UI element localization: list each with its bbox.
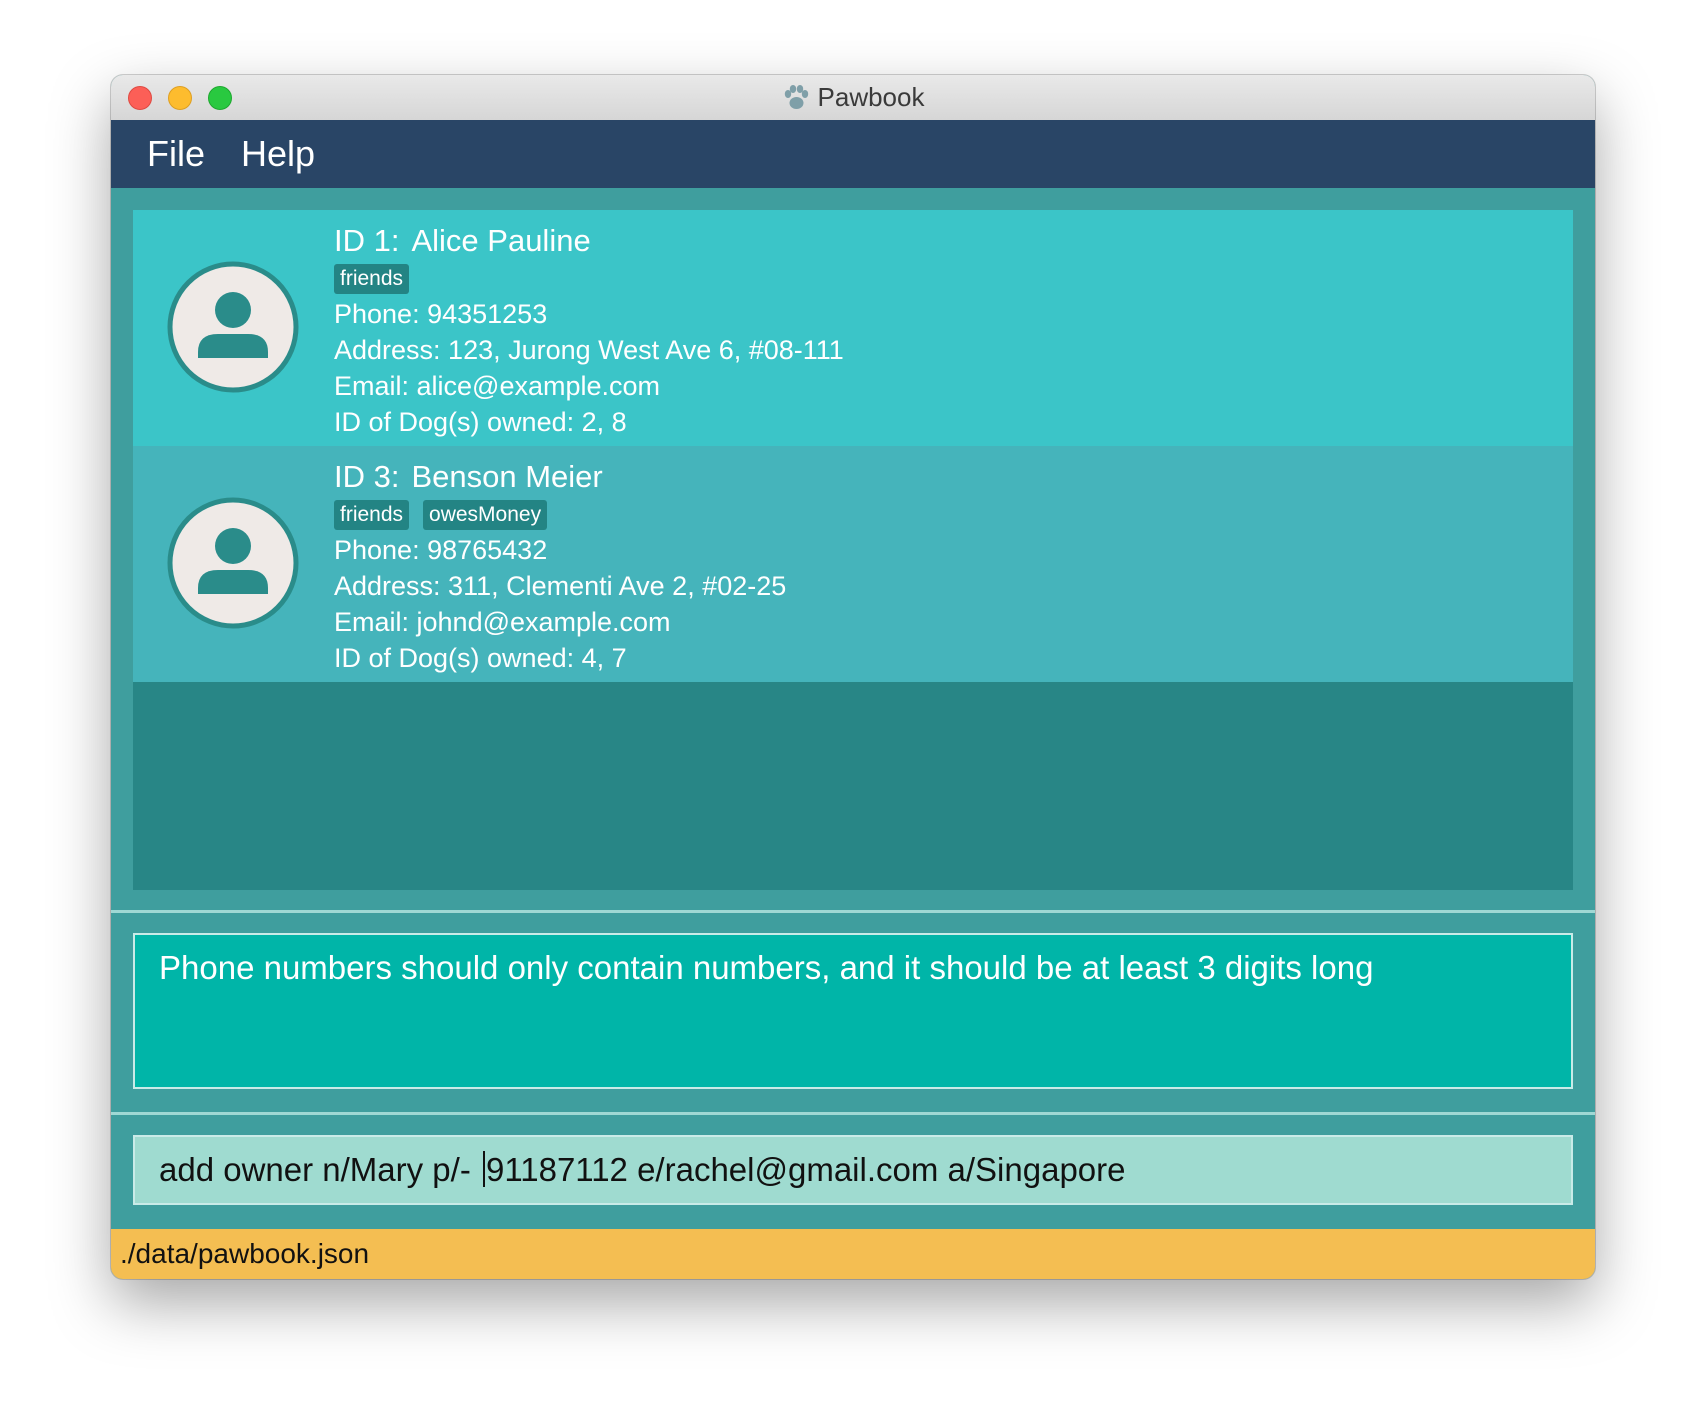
owner-email: Email: alice@example.com xyxy=(334,371,661,401)
result-message: Phone numbers should only contain number… xyxy=(159,949,1374,986)
result-display[interactable]: Phone numbers should only contain number… xyxy=(133,933,1573,1089)
owner-dogs: ID of Dog(s) owned: 4, 7 xyxy=(334,643,627,673)
menu-bar: File Help xyxy=(111,120,1595,188)
title-bar: Pawbook xyxy=(111,75,1595,121)
owner-id: ID 1: xyxy=(334,223,400,258)
command-input[interactable]: add owner n/Mary p/- 91187112 e/rachel@g… xyxy=(133,1135,1573,1205)
owner-phone: Phone: 94351253 xyxy=(334,299,548,329)
owner-address: Address: 311, Clementi Ave 2, #02-25 xyxy=(334,571,787,601)
tag-list: friends xyxy=(334,262,844,296)
owner-name: Alice Pauline xyxy=(411,223,591,258)
tag: owesMoney xyxy=(423,500,548,530)
paw-icon xyxy=(784,84,808,109)
menu-file[interactable]: File xyxy=(129,133,223,175)
owner-card-selected[interactable]: ID 1: Alice Pauline friends Phone: 943512… xyxy=(133,210,1573,446)
command-text: add owner n/Mary p/- 91187112 e/rachel@g… xyxy=(159,1151,1126,1189)
text-caret xyxy=(482,1151,485,1187)
window-title-group: Pawbook xyxy=(111,75,1595,120)
menu-help[interactable]: Help xyxy=(223,133,333,175)
save-file-path: ./data/pawbook.json xyxy=(120,1238,370,1269)
status-bar: ./data/pawbook.json xyxy=(111,1229,1595,1279)
owner-address: Address: 123, Jurong West Ave 6, #08-111 xyxy=(334,335,844,365)
owner-id: ID 3: xyxy=(334,459,400,494)
owner-title: ID 1: Alice Pauline xyxy=(334,220,844,262)
command-panel: add owner n/Mary p/- 91187112 e/rachel@g… xyxy=(111,1115,1595,1229)
tag-list: friends owesMoney xyxy=(334,498,786,532)
owner-card[interactable]: ID 3: Benson Meier friends owesMoney Phon… xyxy=(133,446,1573,682)
owner-name: Benson Meier xyxy=(411,459,603,494)
tag: friends xyxy=(334,264,410,294)
owner-email: Email: johnd@example.com xyxy=(334,607,671,637)
result-panel: Phone numbers should only contain number… xyxy=(111,913,1595,1115)
owner-details: ID 3: Benson Meier friends owesMoney Phon… xyxy=(334,456,786,676)
command-text-after-caret: 91187112 e/rachel@gmail.com a/Singapore xyxy=(485,1151,1126,1188)
owner-title: ID 3: Benson Meier xyxy=(334,456,786,498)
owner-dogs: ID of Dog(s) owned: 2, 8 xyxy=(334,407,627,437)
owner-phone: Phone: 98765432 xyxy=(334,535,548,565)
owner-list[interactable]: ID 1: Alice Pauline friends Phone: 943512… xyxy=(133,210,1573,890)
person-icon xyxy=(167,261,299,393)
tag: friends xyxy=(334,500,410,530)
owner-details: ID 1: Alice Pauline friends Phone: 943512… xyxy=(334,220,844,440)
app-window: Pawbook File Help ID 1: Alice Pauline fri… xyxy=(111,75,1595,1279)
command-text-before-caret: add owner n/Mary p/- xyxy=(159,1151,480,1188)
window-title: Pawbook xyxy=(817,82,925,112)
person-icon xyxy=(167,497,299,629)
owner-list-panel: ID 1: Alice Pauline friends Phone: 943512… xyxy=(111,188,1595,913)
